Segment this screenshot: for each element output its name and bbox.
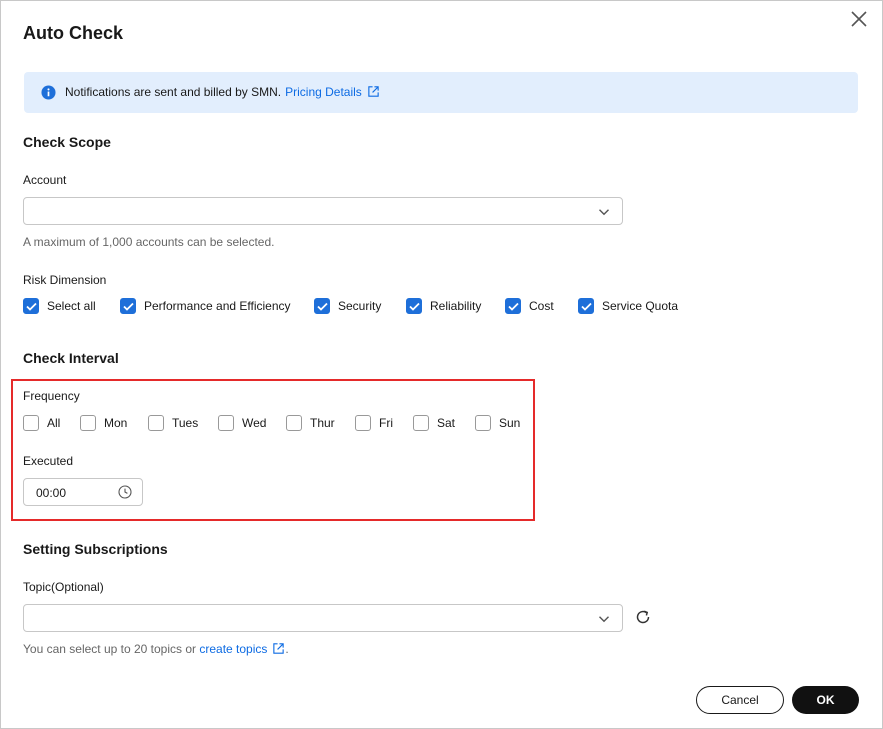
checkbox-label: Sat [437,416,456,430]
ok-button[interactable]: OK [792,686,859,714]
cancel-button[interactable]: Cancel [696,686,784,714]
checkbox-label: Select all [47,299,96,313]
risk-dimension-label: Risk Dimension [23,273,107,287]
checkbox-security[interactable]: Security [314,297,381,315]
checkbox-box [148,415,164,431]
checkmark-icon [581,302,592,311]
checkbox-box [413,415,429,431]
account-hint: A maximum of 1,000 accounts can be selec… [23,235,275,249]
checkbox-label: All [47,416,61,430]
dialog-title: Auto Check [23,23,124,43]
checkmark-icon [508,302,519,311]
auto-check-dialog: Auto Check Notifications are sent and bi… [0,0,883,729]
checkbox-box [355,415,371,431]
checkmark-icon [317,302,328,311]
checkbox-wed[interactable]: Wed [218,414,266,432]
checkbox-label: Thur [310,416,335,430]
account-label: Account [23,173,67,187]
frequency-label: Frequency [23,389,80,403]
topic-hint-suffix: . [285,642,289,656]
account-select[interactable] [23,197,623,225]
executed-label: Executed [23,454,74,468]
check-scope-title: Check Scope [23,134,111,150]
checkbox-fri[interactable]: Fri [355,414,393,432]
checkbox-label: Sun [499,416,521,430]
checkbox-box [23,298,39,314]
checkbox-box [120,298,136,314]
checkbox-label: Cost [529,299,554,313]
checkbox-box [314,298,330,314]
checkbox-box [406,298,422,314]
external-link-icon[interactable] [367,85,380,98]
checkbox-label: Tues [172,416,199,430]
checkbox-label: Security [338,299,382,313]
setting-subscriptions-title: Setting Subscriptions [23,541,168,557]
pricing-details-link[interactable]: Pricing Details [285,85,362,99]
checkbox-tues[interactable]: Tues [148,414,198,432]
create-topics-link[interactable]: create topics [199,642,267,656]
checkmark-icon [123,302,134,311]
checkbox-cost[interactable]: Cost [505,297,554,315]
notice-banner: Notifications are sent and billed by SMN… [24,72,858,113]
checkbox-select-all[interactable]: Select all [23,297,96,315]
refresh-icon[interactable] [634,608,652,626]
topic-hint: You can select up to 20 topics or create… [23,642,289,656]
checkbox-all-days[interactable]: All [23,414,60,432]
chevron-down-icon [599,209,609,216]
checkbox-box [505,298,521,314]
close-icon[interactable] [847,7,871,31]
checkbox-box [80,415,96,431]
checkbox-reliability[interactable]: Reliability [406,297,481,315]
executed-time-picker[interactable]: 00:00 [23,478,143,506]
checkbox-box [218,415,234,431]
checkbox-thur[interactable]: Thur [286,414,335,432]
info-icon [41,85,56,100]
checkmark-icon [409,302,420,311]
checkbox-label: Mon [104,416,128,430]
checkbox-box [578,298,594,314]
checkbox-performance-efficiency[interactable]: Performance and Efficiency [120,297,291,315]
topic-select[interactable] [23,604,623,632]
checkbox-label: Performance and Efficiency [144,299,291,313]
executed-time-value: 00:00 [36,486,67,500]
checkbox-mon[interactable]: Mon [80,414,127,432]
external-link-icon[interactable] [272,642,285,655]
notice-text-wrap: Notifications are sent and billed by SMN… [65,85,380,99]
checkbox-box [475,415,491,431]
checkmark-icon [26,302,37,311]
checkbox-label: Wed [242,416,267,430]
clock-icon [118,485,132,499]
checkbox-box [286,415,302,431]
topic-hint-text: You can select up to 20 topics or [23,642,197,656]
checkbox-service-quota[interactable]: Service Quota [578,297,678,315]
checkbox-label: Reliability [430,299,482,313]
checkbox-sat[interactable]: Sat [413,414,455,432]
checkbox-box [23,415,39,431]
topic-label: Topic(Optional) [23,580,104,594]
checkbox-label: Fri [379,416,393,430]
checkbox-sun[interactable]: Sun [475,414,520,432]
check-interval-title: Check Interval [23,350,119,366]
checkbox-label: Service Quota [602,299,679,313]
chevron-down-icon [599,616,609,623]
notice-text: Notifications are sent and billed by SMN… [65,85,282,99]
